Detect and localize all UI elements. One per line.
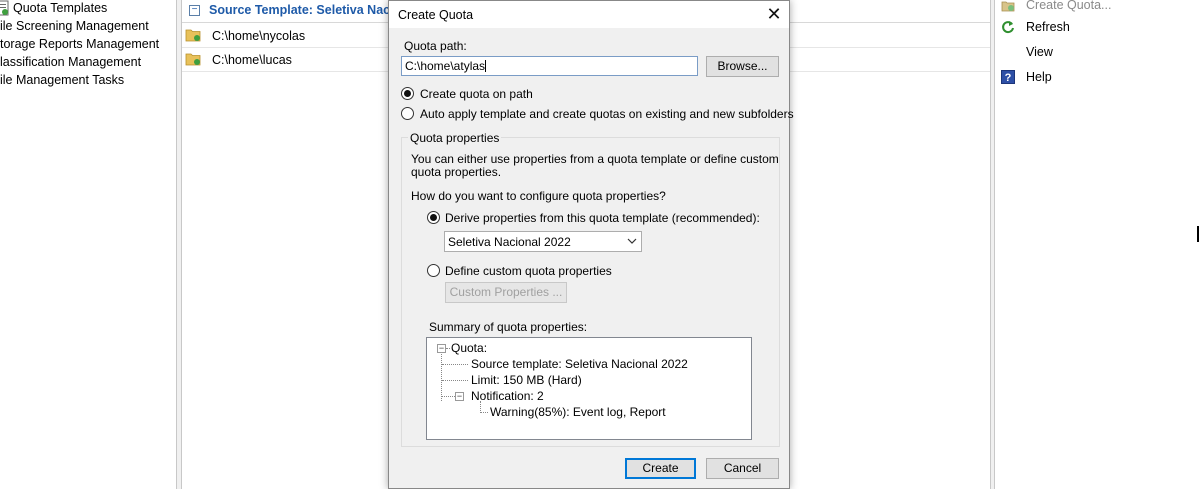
tree-connector [481, 412, 488, 413]
properties-description-line2: quota properties. [411, 165, 502, 179]
tree-connector [442, 380, 468, 381]
folder-quota-icon [185, 29, 201, 42]
quota-template-icon [0, 0, 9, 16]
tree-item-label: ile Management Tasks [0, 73, 125, 87]
radio-auto-apply[interactable] [401, 107, 414, 120]
summary-notification: Notification: 2 [471, 389, 544, 403]
custom-properties-button[interactable]: Custom Properties ... [445, 282, 567, 303]
summary-label: Summary of quota properties: [429, 320, 588, 334]
create-quota-icon [1001, 1, 1015, 12]
tree-item-label: ile Screening Management [0, 19, 149, 33]
create-quota-dialog: Create Quota ✕ Quota path: C:\home\atyla… [388, 0, 794, 489]
action-label: Refresh [1026, 20, 1070, 34]
collapse-minus-icon[interactable]: − [455, 392, 464, 401]
collapse-toggle-icon[interactable]: − [189, 5, 200, 16]
tree-item-label: lassification Management [0, 55, 142, 69]
help-icon: ? [1001, 70, 1015, 84]
chevron-down-icon [627, 238, 637, 244]
tree-connector [442, 396, 455, 397]
radio-create-label[interactable]: Create quota on path [420, 87, 533, 101]
action-label: Help [1026, 70, 1052, 84]
tree-item-label: torage Reports Management [0, 37, 160, 51]
summary-limit: Limit: 150 MB (Hard) [471, 373, 582, 387]
quota-path-input[interactable]: C:\home\atylas [401, 56, 698, 76]
summary-root: Quota: [451, 341, 488, 355]
collapse-minus-icon[interactable]: − [437, 344, 446, 353]
quota-path-value: C:\home\atylas [405, 59, 486, 73]
action-help[interactable]: ? Help [995, 68, 1200, 88]
properties-description-line1: You can either use properties from a quo… [411, 152, 779, 166]
radio-create-quota[interactable] [401, 87, 414, 100]
create-button[interactable]: Create [625, 458, 696, 479]
radio-auto-label[interactable]: Auto apply template and create quotas on… [420, 107, 794, 121]
radio-derive-label[interactable]: Derive properties from this quota templa… [445, 211, 760, 225]
browse-button[interactable]: Browse... [706, 56, 779, 77]
action-refresh[interactable]: Refresh [995, 18, 1200, 38]
summary-warning: Warning(85%): Event log, Report [490, 405, 666, 419]
action-create-quota[interactable]: Create Quota... [995, 0, 1200, 16]
cancel-button[interactable]: Cancel [706, 458, 779, 479]
tree-item-label: Quota Templates [13, 1, 108, 15]
dialog-title: Create Quota [398, 8, 474, 22]
close-icon[interactable]: ✕ [763, 4, 785, 24]
template-select[interactable]: Seletiva Nacional 2022 [444, 231, 642, 252]
quota-path: C:\home\nycolas [212, 29, 306, 43]
action-label: View [1026, 45, 1053, 59]
action-label: Create Quota... [1026, 0, 1112, 12]
radio-custom-properties[interactable] [427, 264, 440, 277]
config-question: How do you want to configure quota prope… [411, 189, 666, 203]
quota-path: C:\home\lucas [212, 53, 292, 67]
radio-custom-label[interactable]: Define custom quota properties [445, 264, 612, 278]
folder-quota-icon [185, 53, 201, 66]
tree-connector [442, 364, 468, 365]
actions-pane: Create Quota... Refresh View ? Help [995, 0, 1200, 489]
radio-derive-template[interactable] [427, 211, 440, 224]
navigation-tree: Quota Templates ile Screening Management… [0, 0, 176, 489]
dialog-titlebar[interactable]: Create Quota ✕ [389, 1, 789, 28]
action-view[interactable]: View [995, 43, 1200, 63]
template-select-value: Seletiva Nacional 2022 [448, 235, 571, 249]
summary-source-template: Source template: Seletiva Nacional 2022 [471, 357, 688, 371]
tree-connector [446, 348, 450, 349]
quota-properties-title: Quota properties [408, 131, 502, 145]
quota-path-label: Quota path: [404, 39, 467, 53]
summary-tree[interactable]: − Quota: Source template: Seletiva Nacio… [426, 337, 752, 440]
refresh-icon [1002, 21, 1014, 34]
tree-connector [441, 354, 442, 401]
text-cursor-icon [1197, 226, 1199, 242]
caret [485, 60, 487, 72]
svg-text:?: ? [1005, 72, 1012, 84]
